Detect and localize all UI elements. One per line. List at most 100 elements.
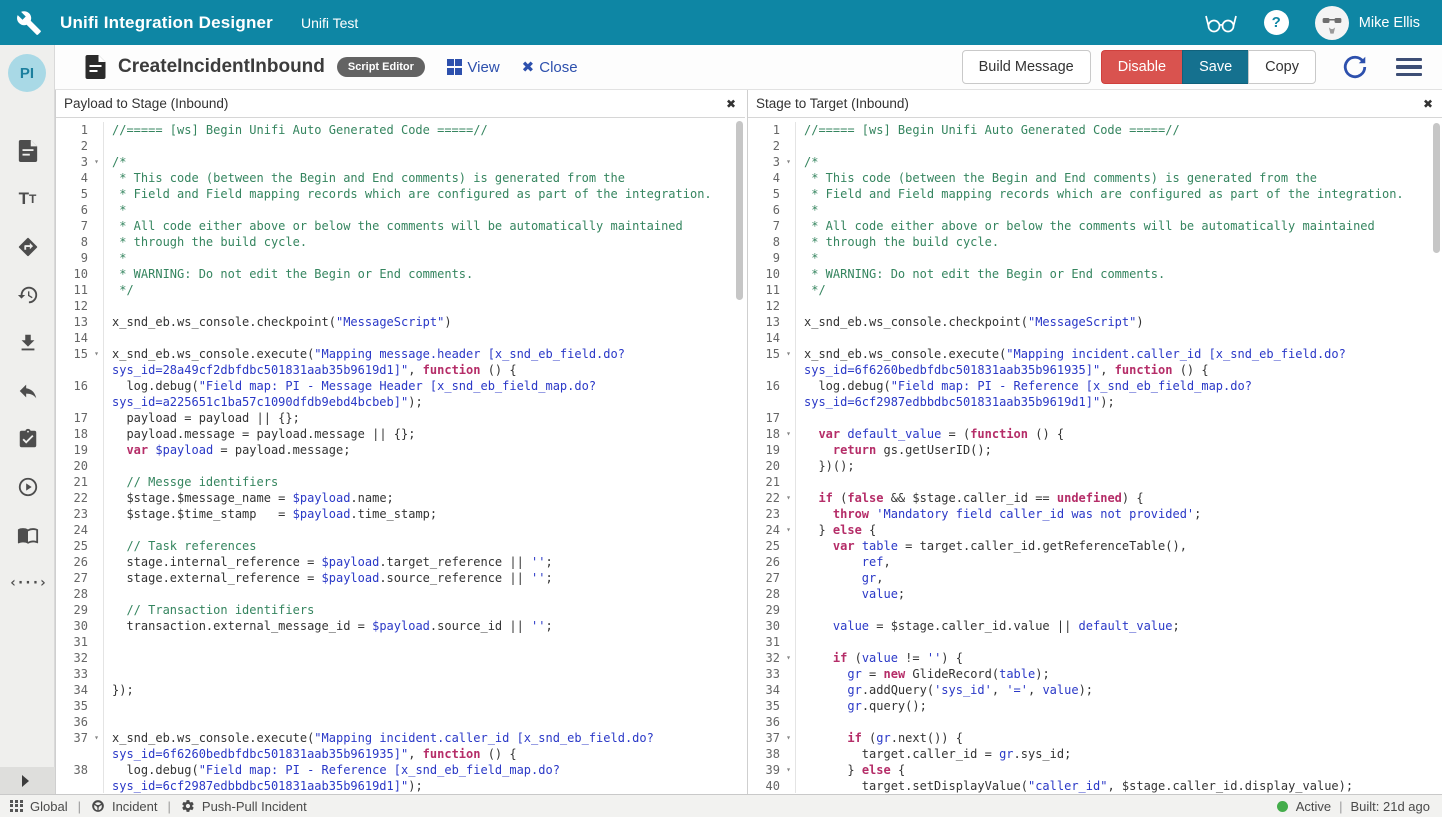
- code-line[interactable]: 18 payload.message = payload.message || …: [56, 426, 745, 442]
- code-line[interactable]: 18▾ var default_value = (function () {: [748, 426, 1442, 442]
- code-line[interactable]: 33 gr = new GlideRecord(table);: [748, 666, 1442, 682]
- scrollbar-thumb[interactable]: [1433, 123, 1440, 253]
- fold-toggle-icon[interactable]: ▾: [782, 154, 795, 170]
- sidebar-item-code[interactable]: ‹···›: [0, 559, 55, 607]
- panel-close-icon[interactable]: ✖: [1423, 97, 1433, 111]
- code-line[interactable]: 15▾x_snd_eb.ws_console.execute("Mapping …: [56, 346, 745, 378]
- code-line[interactable]: 17: [748, 410, 1442, 426]
- code-line[interactable]: 10 * WARNING: Do not edit the Begin or E…: [56, 266, 745, 282]
- code-line[interactable]: 29: [748, 602, 1442, 618]
- code-line[interactable]: 9 *: [56, 250, 745, 266]
- code-line[interactable]: 38 log.debug("Field map: PI - Reference …: [56, 762, 745, 793]
- code-line[interactable]: 1//===== [ws] Begin Unifi Auto Generated…: [56, 122, 745, 138]
- fold-toggle-icon[interactable]: ▾: [90, 346, 103, 378]
- scrollbar-thumb[interactable]: [736, 121, 743, 300]
- code-line[interactable]: 37▾x_snd_eb.ws_console.execute("Mapping …: [56, 730, 745, 762]
- fold-toggle-icon[interactable]: ▾: [90, 154, 103, 170]
- code-line[interactable]: 24: [56, 522, 745, 538]
- code-line[interactable]: 2: [56, 138, 745, 154]
- fold-toggle-icon[interactable]: ▾: [782, 522, 795, 538]
- fold-toggle-icon[interactable]: ▾: [90, 730, 103, 762]
- code-line[interactable]: 25 // Task references: [56, 538, 745, 554]
- code-line[interactable]: 12: [748, 298, 1442, 314]
- code-line[interactable]: 14: [748, 330, 1442, 346]
- fold-toggle-icon[interactable]: ▾: [782, 730, 795, 746]
- code-line[interactable]: 27 stage.external_reference = $payload.s…: [56, 570, 745, 586]
- close-button[interactable]: ✖ Close: [522, 58, 578, 76]
- code-line[interactable]: 30 transaction.external_message_id = $pa…: [56, 618, 745, 634]
- code-line[interactable]: 2: [748, 138, 1442, 154]
- sidebar-item-run[interactable]: [0, 463, 55, 511]
- app-selector[interactable]: Incident: [91, 799, 158, 814]
- disable-button[interactable]: Disable: [1101, 50, 1182, 84]
- sidebar-item-reply[interactable]: [0, 367, 55, 415]
- code-line[interactable]: 11 */: [748, 282, 1442, 298]
- code-line[interactable]: 36: [56, 714, 745, 730]
- user-avatar[interactable]: [1315, 6, 1349, 40]
- code-line[interactable]: 4 * This code (between the Begin and End…: [56, 170, 745, 186]
- code-line[interactable]: 29 // Transaction identifiers: [56, 602, 745, 618]
- code-line[interactable]: 31: [748, 634, 1442, 650]
- code-editor[interactable]: 1//===== [ws] Begin Unifi Auto Generated…: [748, 118, 1442, 793]
- fold-toggle-icon[interactable]: ▾: [782, 762, 795, 778]
- code-line[interactable]: 13x_snd_eb.ws_console.checkpoint("Messag…: [748, 314, 1442, 330]
- code-line[interactable]: 38 target.caller_id = gr.sys_id;: [748, 746, 1442, 762]
- build-message-button[interactable]: Build Message: [962, 50, 1091, 84]
- code-line[interactable]: 7 * All code either above or below the c…: [56, 218, 745, 234]
- user-name[interactable]: Mike Ellis: [1359, 15, 1420, 31]
- sidebar-avatar-pi[interactable]: PI: [8, 54, 46, 92]
- code-line[interactable]: 30 value = $stage.caller_id.value || def…: [748, 618, 1442, 634]
- sidebar-item-text-fields[interactable]: TT: [0, 175, 55, 223]
- code-line[interactable]: 22▾ if (false && $stage.caller_id == und…: [748, 490, 1442, 506]
- scope-selector[interactable]: Global: [10, 799, 68, 814]
- sidebar-item-tasks[interactable]: [0, 415, 55, 463]
- refresh-icon[interactable]: [1342, 54, 1368, 80]
- sidebar-item-download[interactable]: [0, 319, 55, 367]
- code-line[interactable]: 34 gr.addQuery('sys_id', '=', value);: [748, 682, 1442, 698]
- code-line[interactable]: 32: [56, 650, 745, 666]
- code-line[interactable]: 3▾/*: [748, 154, 1442, 170]
- code-line[interactable]: 27 gr,: [748, 570, 1442, 586]
- code-line[interactable]: 11 */: [56, 282, 745, 298]
- code-line[interactable]: 34});: [56, 682, 745, 698]
- code-line[interactable]: 12: [56, 298, 745, 314]
- code-line[interactable]: 6 *: [56, 202, 745, 218]
- code-line[interactable]: 40 target.setDisplayValue("caller_id", $…: [748, 778, 1442, 793]
- fold-toggle-icon[interactable]: ▾: [782, 426, 795, 442]
- code-line[interactable]: 10 * WARNING: Do not edit the Begin or E…: [748, 266, 1442, 282]
- code-line[interactable]: 35 gr.query();: [748, 698, 1442, 714]
- code-line[interactable]: 24▾ } else {: [748, 522, 1442, 538]
- code-line[interactable]: 21: [748, 474, 1442, 490]
- code-line[interactable]: 28 value;: [748, 586, 1442, 602]
- panel-close-icon[interactable]: ✖: [726, 97, 736, 111]
- code-line[interactable]: 26 ref,: [748, 554, 1442, 570]
- code-line[interactable]: 35: [56, 698, 745, 714]
- code-line[interactable]: 8 * through the build cycle.: [748, 234, 1442, 250]
- scrollbar-track[interactable]: [735, 118, 744, 791]
- fold-toggle-icon[interactable]: ▾: [782, 346, 795, 378]
- code-line[interactable]: 28: [56, 586, 745, 602]
- menu-icon[interactable]: [1396, 54, 1422, 81]
- glasses-icon[interactable]: [1204, 11, 1238, 35]
- code-line[interactable]: 31: [56, 634, 745, 650]
- code-line[interactable]: 5 * Field and Field mapping records whic…: [748, 186, 1442, 202]
- code-line[interactable]: 5 * Field and Field mapping records whic…: [56, 186, 745, 202]
- code-line[interactable]: 37▾ if (gr.next()) {: [748, 730, 1442, 746]
- scrollbar-track[interactable]: [1432, 118, 1441, 791]
- sidebar-item-docs[interactable]: [0, 511, 55, 559]
- sidebar-item-directions[interactable]: [0, 223, 55, 271]
- code-line[interactable]: 14: [56, 330, 745, 346]
- fold-toggle-icon[interactable]: ▾: [782, 490, 795, 506]
- code-line[interactable]: 3▾/*: [56, 154, 745, 170]
- code-line[interactable]: 4 * This code (between the Begin and End…: [748, 170, 1442, 186]
- code-editor[interactable]: 1//===== [ws] Begin Unifi Auto Generated…: [56, 118, 745, 793]
- code-line[interactable]: 33: [56, 666, 745, 682]
- code-line[interactable]: 17 payload = payload || {};: [56, 410, 745, 426]
- sidebar-expand-button[interactable]: [0, 767, 55, 794]
- code-line[interactable]: 16 log.debug("Field map: PI - Reference …: [748, 378, 1442, 410]
- code-line[interactable]: 16 log.debug("Field map: PI - Message He…: [56, 378, 745, 410]
- code-line[interactable]: 6 *: [748, 202, 1442, 218]
- code-line[interactable]: 20 })();: [748, 458, 1442, 474]
- code-line[interactable]: 19 return gs.getUserID();: [748, 442, 1442, 458]
- code-line[interactable]: 13x_snd_eb.ws_console.checkpoint("Messag…: [56, 314, 745, 330]
